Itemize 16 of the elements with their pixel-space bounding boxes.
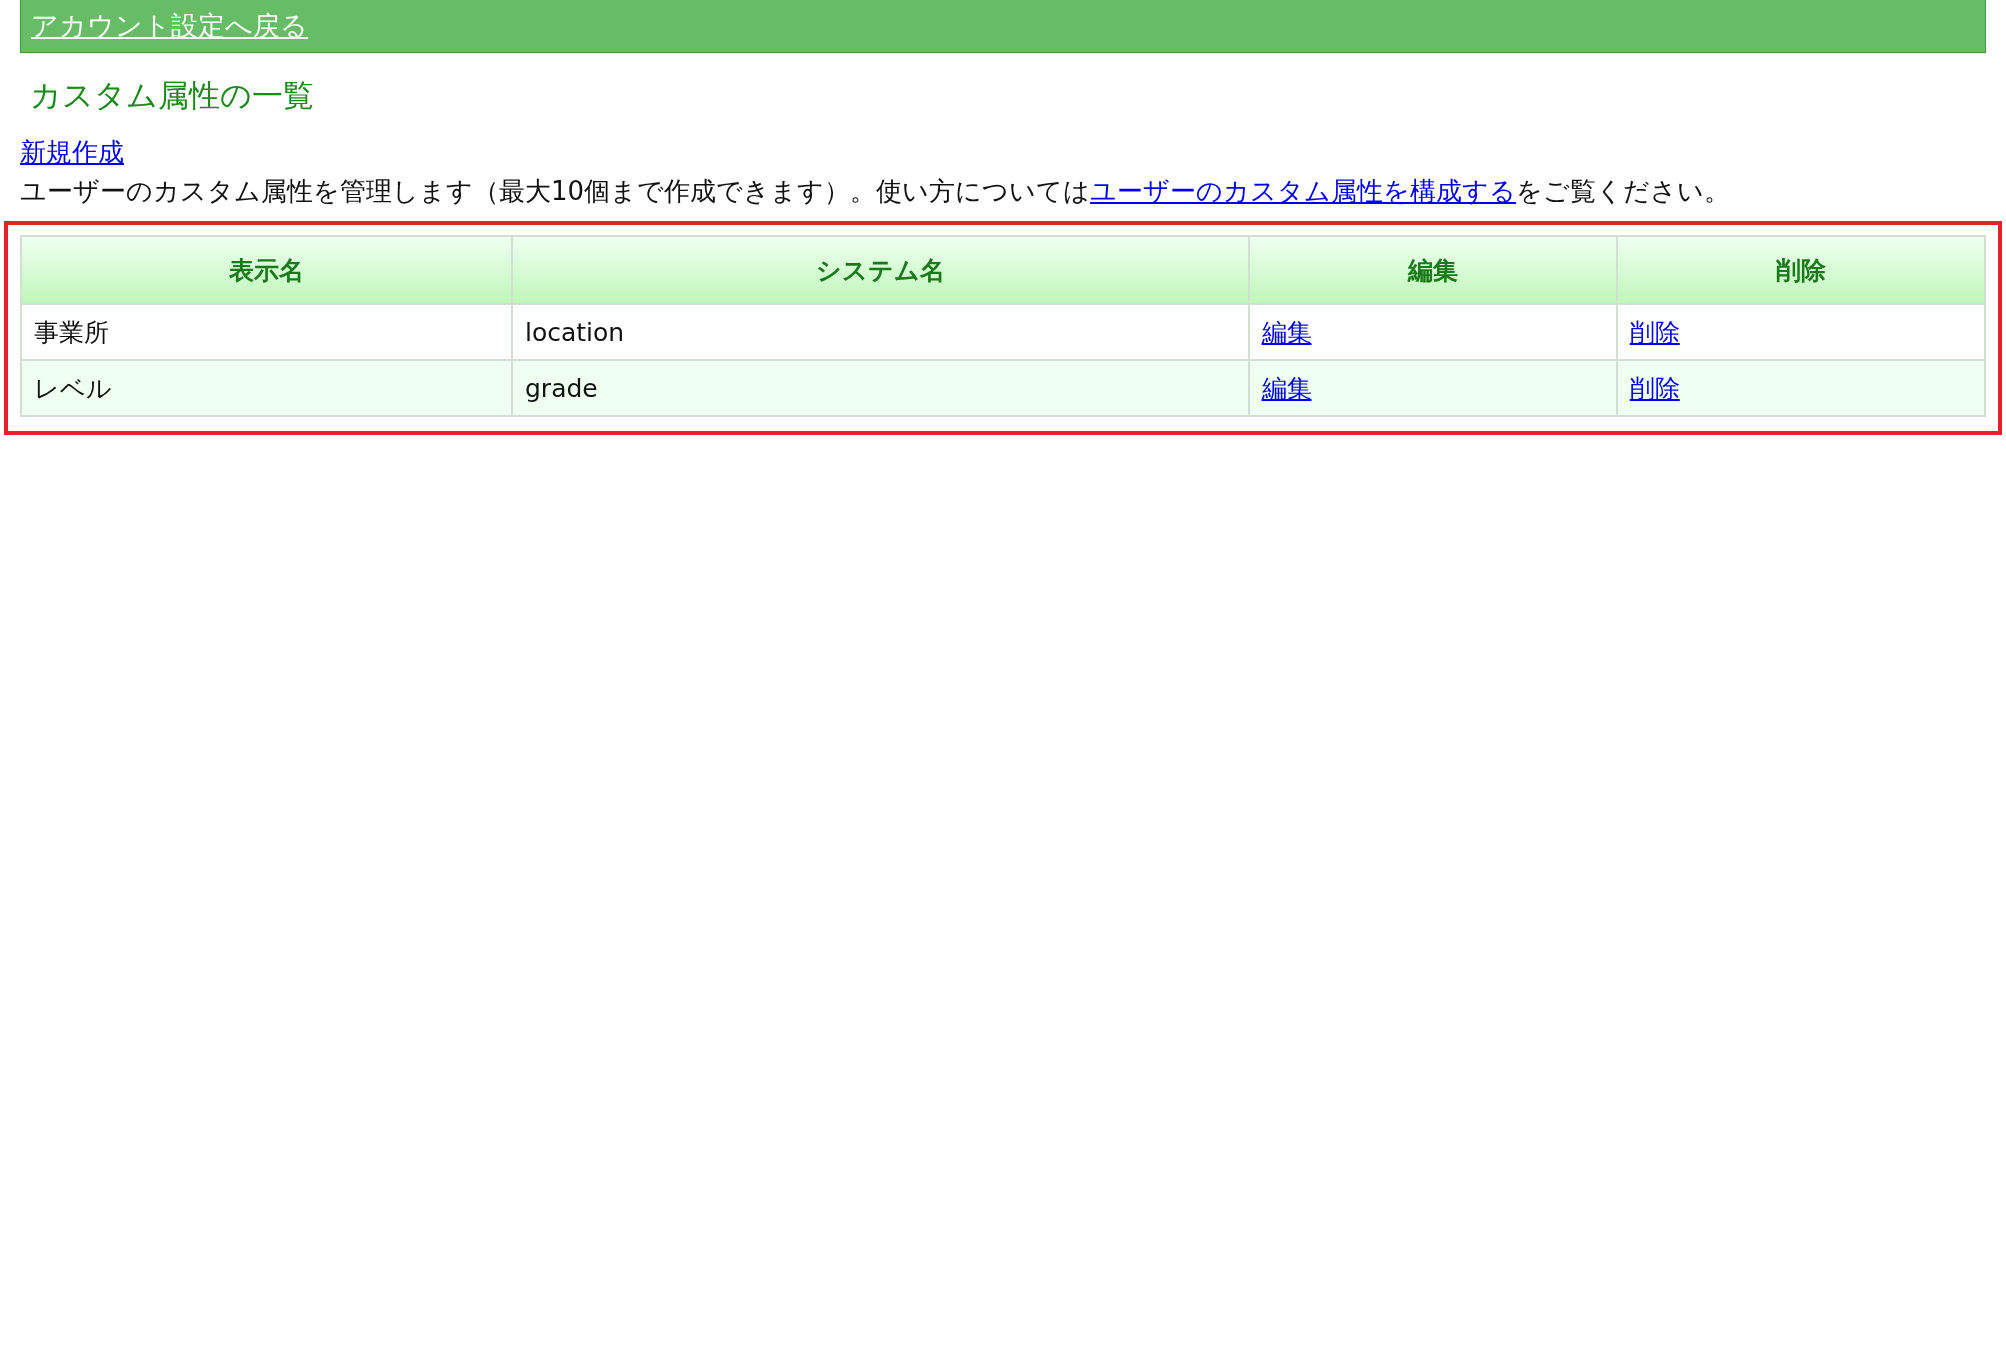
create-new-link[interactable]: 新規作成 bbox=[20, 135, 124, 170]
table-cell: grade bbox=[512, 360, 1249, 416]
description-text: ユーザーのカスタム属性を管理します（最大10個まで作成できます）。使い方についてはユーザーのカスタム属性を構成する をご覧ください。 bbox=[20, 175, 1731, 208]
column-header: 編集 bbox=[1248, 236, 1617, 304]
edit-link[interactable]: 編集 bbox=[1261, 373, 1312, 403]
delete-link[interactable]: 削除 bbox=[1629, 373, 1680, 403]
page-heading: カスタム属性の一覧 bbox=[30, 76, 314, 115]
table-cell: location bbox=[512, 304, 1249, 360]
table-cell: レベル bbox=[21, 360, 512, 416]
delete-link[interactable]: 削除 bbox=[1629, 317, 1680, 347]
edit-link[interactable]: 編集 bbox=[1261, 317, 1312, 347]
column-header: 削除 bbox=[1616, 236, 1985, 304]
column-header: システム名 bbox=[512, 236, 1249, 304]
table-cell: 事業所 bbox=[21, 304, 512, 360]
help-link[interactable]: ユーザーのカスタム属性を構成する bbox=[1090, 176, 1517, 206]
column-header: 表示名 bbox=[21, 236, 512, 304]
